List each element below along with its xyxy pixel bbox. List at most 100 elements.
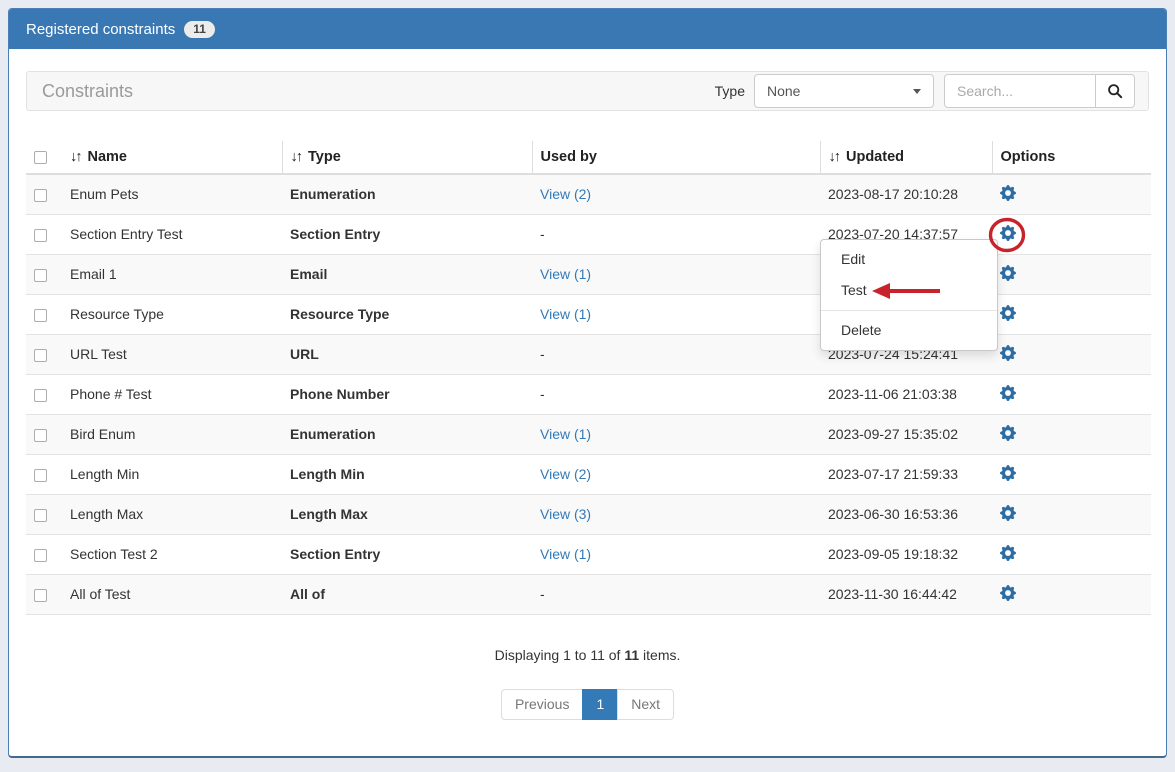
options-dropdown-menu: Edit Test Delete (820, 239, 998, 351)
updated-timestamp: 2023-11-06 21:03:38 (820, 374, 992, 414)
constraint-name: Bird Enum (62, 414, 282, 454)
table-row: Section Test 2Section Entry View (1) 2023-… (26, 534, 1151, 574)
display-info: Displaying 1 to 11 of 11 items. (9, 647, 1166, 663)
panel-heading: Registered constraints 11 (9, 9, 1166, 49)
table-row: Enum PetsEnumeration View (2) 2023-08-17 2… (26, 174, 1151, 214)
menu-divider (821, 310, 997, 311)
header-used-by: Used by (532, 141, 820, 174)
options-gear-button[interactable] (1000, 225, 1016, 241)
toolbar-title: Constraints (42, 81, 133, 102)
row-checkbox[interactable] (34, 549, 47, 562)
updated-timestamp: 2023-06-30 16:53:36 (820, 494, 992, 534)
chevron-down-icon (913, 89, 921, 94)
constraint-name: Length Max (62, 494, 282, 534)
constraint-type: Length Max (282, 494, 532, 534)
count-badge: 11 (184, 21, 215, 38)
options-gear-button[interactable] (1000, 465, 1016, 481)
header-options: Options (992, 141, 1151, 174)
sort-icon: ↓↑ (70, 149, 81, 165)
constraint-type: Section Entry (282, 214, 532, 254)
constraint-type: Phone Number (282, 374, 532, 414)
used-by-view-link[interactable]: View (1) (540, 306, 591, 322)
updated-timestamp: 2023-08-17 20:10:28 (820, 174, 992, 214)
row-checkbox[interactable] (34, 309, 47, 322)
used-by-view-link[interactable]: View (2) (540, 186, 591, 202)
pagination-next[interactable]: Next (617, 689, 674, 720)
pagination-previous[interactable]: Previous (501, 689, 583, 720)
type-filter-label: Type (715, 83, 745, 99)
toolbar-controls: Type None (715, 74, 1135, 108)
constraint-name: Length Min (62, 454, 282, 494)
menu-item-edit[interactable]: Edit (821, 244, 997, 275)
menu-item-test[interactable]: Test (821, 275, 997, 306)
used-by-view-link[interactable]: View (3) (540, 506, 591, 522)
options-gear-button[interactable] (1000, 345, 1016, 361)
used-by-none: - (540, 586, 545, 602)
sort-icon: ↓↑ (291, 149, 302, 165)
table-row: Phone # TestPhone Number- 2023-11-06 21:0… (26, 374, 1151, 414)
header-updated[interactable]: ↓↑Updated (820, 141, 992, 174)
search-button[interactable] (1095, 74, 1135, 108)
table-row: Length MaxLength Max View (3) 2023-06-30 1… (26, 494, 1151, 534)
used-by-none: - (540, 226, 545, 242)
row-checkbox[interactable] (34, 389, 47, 402)
row-checkbox[interactable] (34, 189, 47, 202)
constraint-type: Enumeration (282, 174, 532, 214)
pagination-page-1[interactable]: 1 (582, 689, 618, 720)
updated-timestamp: 2023-11-30 16:44:42 (820, 574, 992, 614)
table-row: Bird EnumEnumerationView (1)2023-09-27 1… (26, 414, 1151, 454)
header-type[interactable]: ↓↑Type (282, 141, 532, 174)
table-row: Length MinLength Min View (2) 2023-07-17 2… (26, 454, 1151, 494)
type-select-value: None (767, 83, 800, 99)
sort-icon: ↓↑ (829, 149, 840, 165)
constraint-name: Phone # Test (62, 374, 282, 414)
select-all-checkbox[interactable] (34, 151, 47, 164)
constraint-name: Section Entry Test (62, 214, 282, 254)
options-gear-button[interactable] (1000, 265, 1016, 281)
table-header-row: ↓↑Name ↓↑Type Used by ↓↑Updated Options (26, 141, 1151, 174)
table-row: All of TestAll of- 2023-11-30 16:44:42 (26, 574, 1151, 614)
used-by-none: - (540, 386, 545, 402)
panel-title: Registered constraints (26, 21, 175, 38)
constraint-name: All of Test (62, 574, 282, 614)
constraint-name: Enum Pets (62, 174, 282, 214)
type-select[interactable]: None (754, 74, 934, 108)
constraint-name: Resource Type (62, 294, 282, 334)
row-checkbox[interactable] (34, 429, 47, 442)
options-gear-button[interactable] (1000, 545, 1016, 561)
table-toolbar: Constraints Type None (26, 71, 1149, 111)
row-checkbox[interactable] (34, 349, 47, 362)
used-by-view-link[interactable]: View (1) (540, 546, 591, 562)
search-group (944, 74, 1135, 108)
used-by-view-link[interactable]: View (1) (540, 266, 591, 282)
row-checkbox[interactable] (34, 269, 47, 282)
search-icon (1107, 83, 1123, 99)
constraint-name: Section Test 2 (62, 534, 282, 574)
row-checkbox[interactable] (34, 469, 47, 482)
options-gear-button[interactable] (1000, 585, 1016, 601)
constraint-type: Section Entry (282, 534, 532, 574)
used-by-view-link[interactable]: View (1) (540, 426, 591, 442)
header-name[interactable]: ↓↑Name (62, 141, 282, 174)
options-gear-button[interactable] (1000, 505, 1016, 521)
menu-item-delete[interactable]: Delete (821, 315, 997, 346)
row-checkbox[interactable] (34, 589, 47, 602)
options-gear-button[interactable] (1000, 425, 1016, 441)
constraint-type: URL (282, 334, 532, 374)
constraint-name: Email 1 (62, 254, 282, 294)
row-checkbox[interactable] (34, 229, 47, 242)
constraint-type: Email (282, 254, 532, 294)
updated-timestamp: 2023-07-17 21:59:33 (820, 454, 992, 494)
constraint-type: All of (282, 574, 532, 614)
options-gear-button[interactable] (1000, 385, 1016, 401)
search-input[interactable] (944, 74, 1096, 108)
updated-timestamp: 2023-09-27 15:35:02 (820, 414, 992, 454)
constraint-type: Length Min (282, 454, 532, 494)
updated-timestamp: 2023-09-05 19:18:32 (820, 534, 992, 574)
row-checkbox[interactable] (34, 509, 47, 522)
used-by-view-link[interactable]: View (2) (540, 466, 591, 482)
options-gear-button[interactable] (1000, 305, 1016, 321)
options-gear-button[interactable] (1000, 185, 1016, 201)
constraint-type: Resource Type (282, 294, 532, 334)
constraints-table: ↓↑Name ↓↑Type Used by ↓↑Updated Options … (26, 141, 1151, 615)
